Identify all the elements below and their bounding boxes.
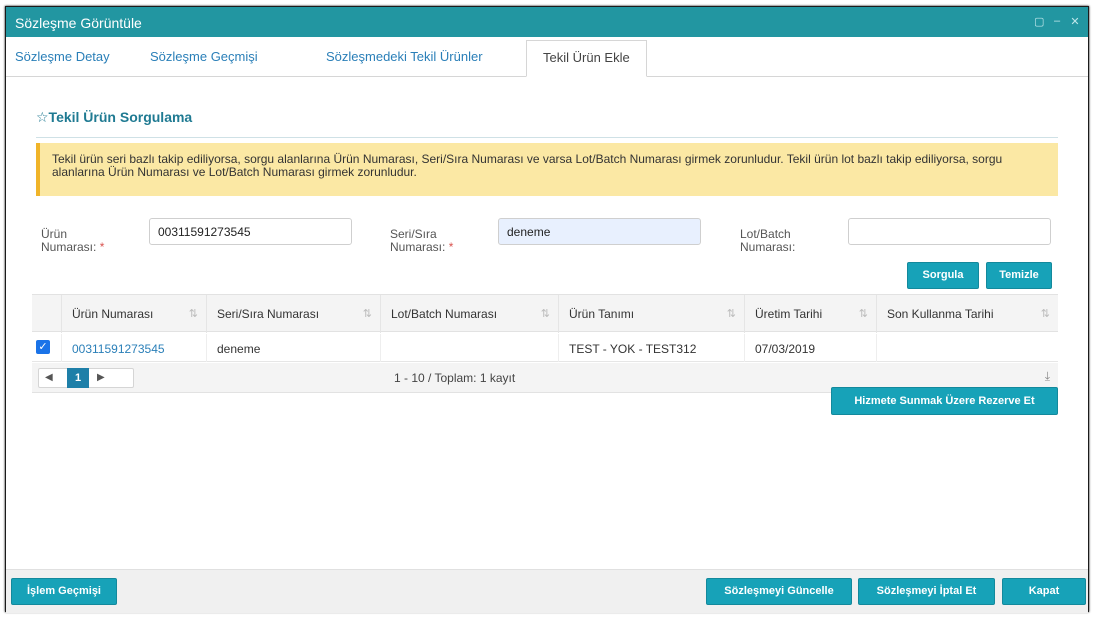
grid-header: Ürün Numarası ⇅ Seri/Sıra Numarası ⇅ Lot/B… [32, 294, 1058, 333]
download-icon[interactable]: ⤓ [1045, 369, 1050, 384]
next-page-icon[interactable]: ▶ [97, 372, 105, 383]
window-title: Sözleşme Görüntüle [15, 15, 142, 31]
cell-seri: deneme [207, 334, 381, 362]
prev-page-icon[interactable]: ◀ [45, 372, 53, 383]
window-footer: İşlem Geçmişi Sözleşmeyi Güncelle Sözleş… [6, 569, 1088, 613]
close-icon[interactable]: ✕ [1070, 15, 1080, 28]
pager-info: 1 - 10 / Toplam: 1 kayıt [394, 371, 516, 385]
urun-numarasi-label: Ürün Numarası: * [41, 227, 105, 254]
lot-numarasi-label: Lot/Batch Numarası: [740, 227, 796, 254]
column-header-tanim[interactable]: Ürün Tanımı ⇅ [559, 295, 745, 333]
column-header-urun-numarasi[interactable]: Ürün Numarası ⇅ [62, 295, 207, 333]
sort-icon[interactable]: ⇅ [859, 307, 868, 320]
section-divider [36, 137, 1058, 138]
lot-numarasi-input[interactable] [848, 218, 1051, 245]
column-header-seri[interactable]: Seri/Sıra Numarası ⇅ [207, 295, 381, 333]
window-controls: ▢ – ✕ [1034, 15, 1080, 28]
cell-skt [877, 334, 1058, 362]
cell-urun-numarasi[interactable]: 00311591273545 [62, 334, 207, 362]
row-select-cell: ✓ [32, 334, 62, 362]
seri-numarasi-label: Seri/Sıra Numarası: * [390, 227, 454, 254]
info-alert: Tekil ürün seri bazlı takip ediliyorsa, … [36, 143, 1058, 196]
cell-tanim: TEST - YOK - TEST312 [559, 334, 745, 362]
tab-tekil-urun-ekle[interactable]: Tekil Ürün Ekle [526, 40, 647, 77]
page-number-button[interactable]: 1 [67, 368, 89, 388]
tab-sozlesme-gecmisi[interactable]: Sözleşme Geçmişi [150, 49, 258, 64]
sorgula-button[interactable]: Sorgula [907, 262, 979, 289]
window-titlebar: Sözleşme Görüntüle ▢ – ✕ [6, 7, 1088, 37]
islem-gecmisi-button[interactable]: İşlem Geçmişi [11, 578, 117, 605]
sort-icon[interactable]: ⇅ [1041, 307, 1050, 320]
tab-bar: Sözleşme Detay Sözleşme Geçmişi Sözleşme… [6, 37, 1088, 77]
column-header-lot[interactable]: Lot/Batch Numarası ⇅ [381, 295, 559, 333]
sort-icon[interactable]: ⇅ [363, 307, 372, 320]
cell-lot [381, 334, 559, 362]
urun-numarasi-input[interactable] [149, 218, 352, 245]
tab-sozlesme-detay[interactable]: Sözleşme Detay [15, 49, 110, 64]
maximize-icon[interactable]: ▢ [1034, 15, 1044, 28]
kapat-button[interactable]: Kapat [1002, 578, 1086, 605]
table-row[interactable]: ✓ 00311591273545 deneme TEST - YOK - TES… [32, 334, 1058, 362]
sort-icon[interactable]: ⇅ [189, 307, 198, 320]
rezerve-button[interactable]: Hizmete Sunmak Üzere Rezerve Et [831, 387, 1058, 415]
column-header-uretim[interactable]: Üretim Tarihi ⇅ [745, 295, 877, 333]
minimize-icon[interactable]: – [1052, 15, 1062, 28]
temizle-button[interactable]: Temizle [986, 262, 1052, 289]
column-header-skt[interactable]: Son Kullanma Tarihi ⇅ [877, 295, 1058, 333]
pager-controls: ◀ 1 ▶ [38, 368, 134, 388]
seri-numarasi-input[interactable] [498, 218, 701, 245]
sort-icon[interactable]: ⇅ [541, 307, 550, 320]
sozlesmeyi-guncelle-button[interactable]: Sözleşmeyi Güncelle [706, 578, 852, 605]
alert-text: Tekil ürün seri bazlı takip ediliyorsa, … [52, 152, 1003, 179]
row-checkbox[interactable]: ✓ [36, 340, 50, 354]
tab-tekil-urunler[interactable]: Sözleşmedeki Tekil Ürünler [326, 49, 483, 64]
contract-view-window: Sözleşme Görüntüle ▢ – ✕ Sözleşme Detay … [5, 6, 1089, 613]
sort-icon[interactable]: ⇅ [727, 307, 736, 320]
sozlesmeyi-iptal-button[interactable]: Sözleşmeyi İptal Et [858, 578, 995, 605]
cell-uretim: 07/03/2019 [745, 334, 877, 362]
select-column-header [32, 295, 62, 333]
section-title: ☆Tekil Ürün Sorgulama [36, 109, 193, 125]
